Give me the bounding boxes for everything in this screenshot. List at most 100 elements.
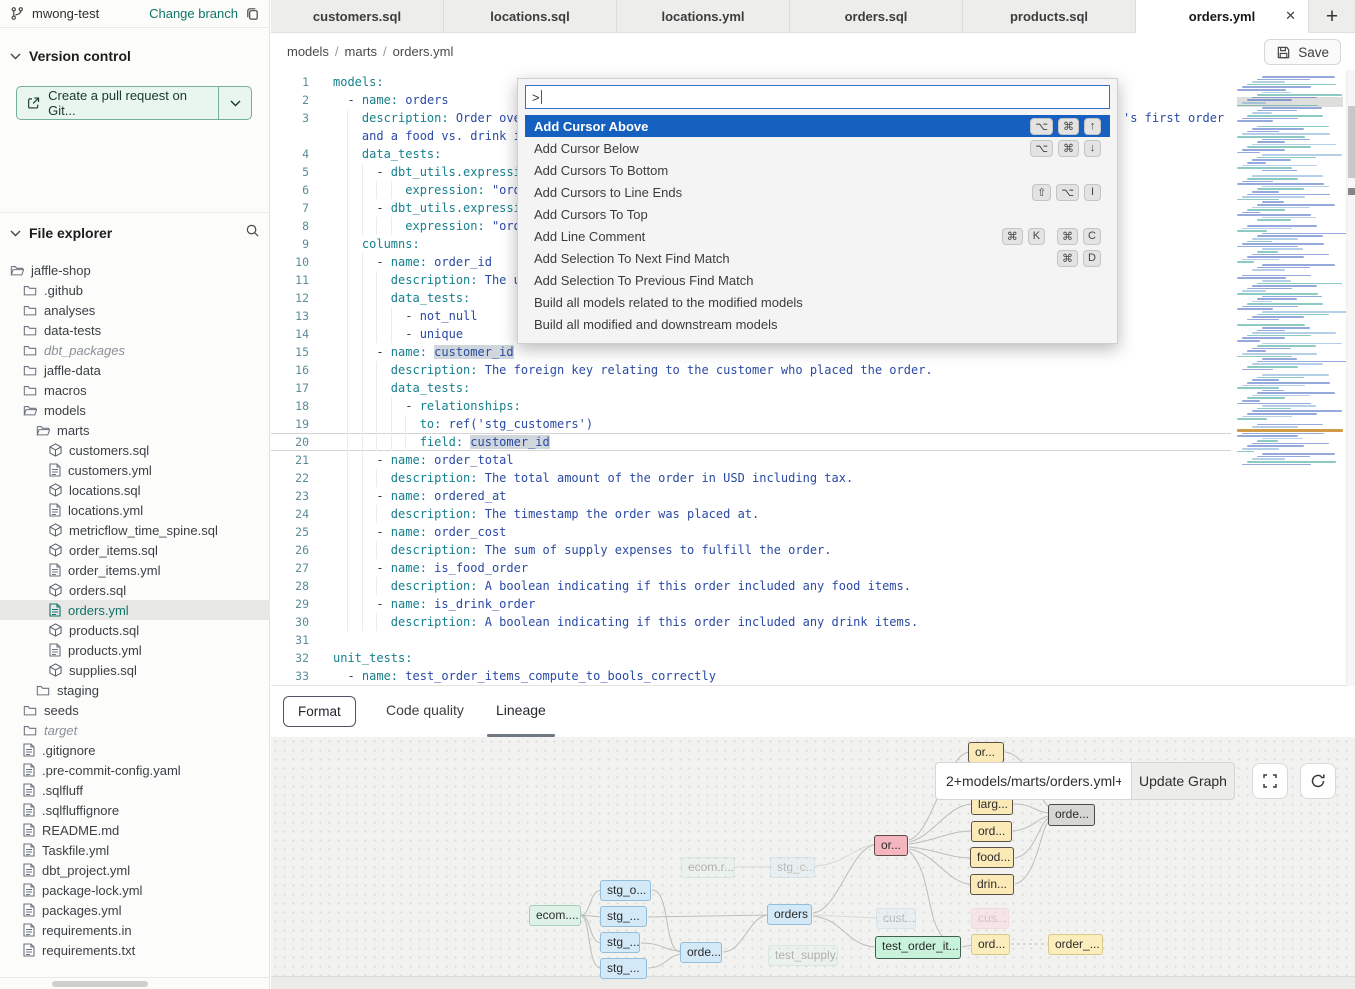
file-tree-item-order-items-yml[interactable]: order_items.yml (0, 560, 270, 580)
tab-orders-sql[interactable]: orders.sql (790, 0, 963, 33)
lineage-node-orde[interactable]: orde... (680, 942, 722, 963)
search-icon[interactable] (245, 223, 260, 243)
palette-item-add-cursors-to-line-ends[interactable]: Add Cursors to Line Ends⇧⌥I (525, 181, 1110, 203)
lineage-node-stg-o[interactable]: stg_o... (600, 880, 651, 901)
file-tree-item-readme-md[interactable]: README.md (0, 820, 270, 840)
code-text[interactable]: description: A boolean indicating if thi… (333, 613, 1231, 631)
code-text[interactable]: description: The foreign key relating to… (333, 361, 1231, 379)
lineage-node-or[interactable]: or... (874, 835, 908, 856)
editor-line-23[interactable]: 23 - name: ordered_at (271, 487, 1231, 505)
tab-code-quality[interactable]: Code quality (386, 686, 464, 734)
lineage-node-ecom-r[interactable]: ecom.r... (681, 857, 735, 878)
editor-line-29[interactable]: 29 - name: is_drink_order (271, 595, 1231, 613)
editor-line-27[interactable]: 27 - name: is_food_order (271, 559, 1231, 577)
code-text[interactable]: to: ref('stg_customers') (333, 415, 1231, 433)
lineage-node-stg[interactable]: stg_... (600, 958, 647, 979)
palette-item-build-all-modified-and-downstream-models[interactable]: Build all modified and downstream models (525, 313, 1110, 335)
code-text[interactable]: - name: test_order_items_compute_to_bool… (333, 667, 1231, 685)
tab-orders-yml[interactable]: orders.yml✕ (1136, 0, 1309, 33)
file-tree-item-metricflow-time-spine-sql[interactable]: metricflow_time_spine.sql (0, 520, 270, 540)
create-pull-request-button[interactable]: Create a pull request on Git... (16, 86, 252, 120)
breadcrumb-part[interactable]: marts (345, 44, 378, 59)
file-tree-item-pre-commit-config-yaml[interactable]: .pre-commit-config.yaml (0, 760, 270, 780)
lineage-node-or[interactable]: or... (968, 742, 1004, 763)
code-text[interactable]: field: customer_id (333, 433, 1231, 451)
file-tree-item-orders-yml[interactable]: orders.yml (0, 600, 270, 620)
code-text[interactable]: description: A boolean indicating if thi… (333, 577, 1231, 595)
lineage-node-stg-c[interactable]: stg_c... (770, 857, 815, 878)
file-tree-item-seeds[interactable]: seeds (0, 700, 270, 720)
editor-line-24[interactable]: 24 description: The timestamp the order … (271, 505, 1231, 523)
command-palette-input[interactable]: > (525, 85, 1110, 109)
lineage-node-stg[interactable]: stg_... (600, 906, 647, 927)
code-text[interactable]: - relationships: (333, 397, 1231, 415)
save-button[interactable]: Save (1264, 39, 1341, 65)
new-tab-button[interactable]: + (1314, 0, 1350, 33)
minimap[interactable] (1237, 73, 1343, 457)
lineage-node-stg[interactable]: stg_... (600, 932, 640, 953)
editor-line-30[interactable]: 30 description: A boolean indicating if … (271, 613, 1231, 631)
editor-line-22[interactable]: 22 description: The total amount of the … (271, 469, 1231, 487)
scrollbar-thumb[interactable] (52, 981, 148, 987)
palette-item-add-cursors-to-bottom[interactable]: Add Cursors To Bottom (525, 159, 1110, 181)
editor-line-31[interactable]: 31 (271, 631, 1231, 649)
file-tree-item-models[interactable]: models (0, 400, 270, 420)
tab-locations-sql[interactable]: locations.sql (444, 0, 617, 33)
update-graph-button[interactable]: Update Graph (1131, 762, 1235, 800)
file-tree-item-marts[interactable]: marts (0, 420, 270, 440)
file-tree-item-github[interactable]: .github (0, 280, 270, 300)
file-explorer-header[interactable]: File explorer (10, 223, 260, 243)
palette-item-add-line-comment[interactable]: Add Line Comment⌘K⌘C (525, 225, 1110, 247)
file-tree-item-package-lock-yml[interactable]: package-lock.yml (0, 880, 270, 900)
file-tree-item-gitignore[interactable]: .gitignore (0, 740, 270, 760)
lineage-node-food[interactable]: food... (970, 847, 1014, 868)
code-text[interactable]: description: The timestamp the order was… (333, 505, 1231, 523)
palette-item-add-cursors-to-top[interactable]: Add Cursors To Top (525, 203, 1110, 225)
palette-item-build-all-models-related-to-the-modified-models[interactable]: Build all models related to the modified… (525, 291, 1110, 313)
tab-locations-yml[interactable]: locations.yml (617, 0, 790, 33)
palette-item-add-selection-to-previous-find-match[interactable]: Add Selection To Previous Find Match (525, 269, 1110, 291)
code-text[interactable]: unit_tests: (333, 649, 1231, 667)
editor-line-16[interactable]: 16 description: The foreign key relating… (271, 361, 1231, 379)
file-tree-item-locations-sql[interactable]: locations.sql (0, 480, 270, 500)
file-tree-item-packages-yml[interactable]: packages.yml (0, 900, 270, 920)
palette-item-add-selection-to-next-find-match[interactable]: Add Selection To Next Find Match⌘D (525, 247, 1110, 269)
palette-item-add-cursor-below[interactable]: Add Cursor Below⌥⌘↓ (525, 137, 1110, 159)
lineage-node-orders[interactable]: orders (767, 904, 812, 925)
lineage-node-ord[interactable]: ord... (971, 821, 1012, 842)
editor-line-19[interactable]: 19 to: ref('stg_customers') (271, 415, 1231, 433)
code-text[interactable]: data_tests: (333, 379, 1231, 397)
file-tree-item-products-yml[interactable]: products.yml (0, 640, 270, 660)
code-text[interactable]: - name: ordered_at (333, 487, 1231, 505)
lineage-node-ecom[interactable]: ecom.... (529, 905, 581, 926)
format-button[interactable]: Format (283, 696, 356, 727)
file-tree-item-dbt-project-yml[interactable]: dbt_project.yml (0, 860, 270, 880)
file-tree-item-requirements-txt[interactable]: requirements.txt (0, 940, 270, 960)
file-tree-item-dbt-packages[interactable]: dbt_packages (0, 340, 270, 360)
file-tree-item-target[interactable]: target (0, 720, 270, 740)
tab-lineage[interactable]: Lineage (496, 686, 546, 734)
lineage-canvas[interactable]: Update Graph ecom.... ecom.r... stg_c...st… (271, 737, 1355, 989)
editor-line-32[interactable]: 32unit_tests: (271, 649, 1231, 667)
sidebar-hscrollbar[interactable] (0, 977, 270, 989)
lineage-node-ord[interactable]: ord... (971, 934, 1010, 955)
editor-line-17[interactable]: 17 data_tests: (271, 379, 1231, 397)
scrollbar-thumb[interactable] (1348, 106, 1355, 178)
fullscreen-button[interactable] (1252, 763, 1288, 799)
file-tree-item-locations-yml[interactable]: locations.yml (0, 500, 270, 520)
code-text[interactable]: - name: customer_id (333, 343, 1231, 361)
editor-line-26[interactable]: 26 description: The sum of supply expens… (271, 541, 1231, 559)
code-text[interactable]: - name: order_cost (333, 523, 1231, 541)
change-branch-link[interactable]: Change branch (149, 6, 238, 21)
editor-vscrollbar[interactable] (1346, 70, 1355, 686)
copy-icon[interactable] (245, 6, 260, 21)
close-tab-icon[interactable]: ✕ (1285, 8, 1296, 24)
file-tree-item-requirements-in[interactable]: requirements.in (0, 920, 270, 940)
editor-line-18[interactable]: 18 - relationships: (271, 397, 1231, 415)
editor-line-15[interactable]: 15 - name: customer_id (271, 343, 1231, 361)
version-control-header[interactable]: Version control (10, 48, 131, 64)
file-tree-item-jaffle-data[interactable]: jaffle-data (0, 360, 270, 380)
code-text[interactable] (333, 631, 1231, 649)
code-text[interactable]: description: The total amount of the ord… (333, 469, 1231, 487)
pr-dropdown-caret[interactable] (218, 87, 251, 119)
